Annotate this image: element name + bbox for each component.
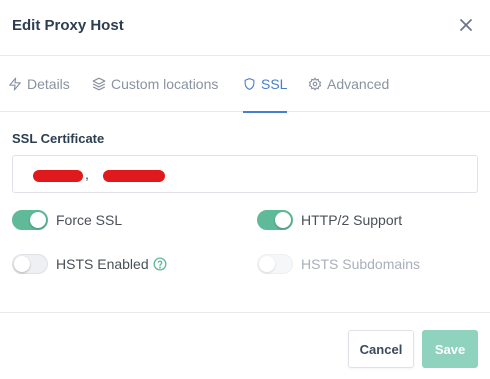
tab-advanced-label: Advanced xyxy=(327,76,390,92)
tab-bar: Details Custom locations SSL Advanced xyxy=(0,56,490,113)
certificate-separator: , xyxy=(85,166,89,182)
http2-support-toggle[interactable] xyxy=(257,210,293,230)
cancel-button[interactable]: Cancel xyxy=(348,330,414,368)
hsts-subdomains-toggle[interactable] xyxy=(257,254,293,274)
hsts-enabled-label: HSTS Enabled xyxy=(56,256,149,272)
tab-advanced[interactable]: Advanced xyxy=(308,56,389,112)
force-ssl-label: Force SSL xyxy=(56,212,123,228)
hsts-subdomains-label: HSTS Subdomains xyxy=(301,256,421,272)
tab-details[interactable]: Details xyxy=(8,56,70,112)
dialog-footer: Cancel Save xyxy=(0,312,490,379)
tab-details-label: Details xyxy=(27,76,70,92)
redaction-mark xyxy=(33,170,83,182)
ssl-certificate-select[interactable]: , xyxy=(12,155,478,193)
close-icon[interactable] xyxy=(457,16,475,34)
dialog-title: Edit Proxy Host xyxy=(12,17,124,34)
tab-custom-locations[interactable]: Custom locations xyxy=(92,56,218,112)
save-button[interactable]: Save xyxy=(422,330,478,368)
hsts-enabled-row: HSTS Enabled xyxy=(12,253,167,275)
help-circle-icon[interactable] xyxy=(153,257,167,271)
layers-icon xyxy=(92,77,106,91)
force-ssl-toggle[interactable] xyxy=(12,210,48,230)
dialog-header: Edit Proxy Host xyxy=(0,0,490,56)
http2-support-row: HTTP/2 Support xyxy=(257,209,402,231)
tab-ssl-label: SSL xyxy=(261,76,288,92)
force-ssl-row: Force SSL xyxy=(12,209,122,231)
zap-icon xyxy=(9,77,21,91)
http2-support-label: HTTP/2 Support xyxy=(301,212,403,228)
ssl-certificate-label: SSL Certificate xyxy=(12,131,105,146)
tab-ssl[interactable]: SSL xyxy=(243,56,288,113)
shield-icon xyxy=(244,78,255,90)
tab-custom-locations-label: Custom locations xyxy=(111,76,219,92)
hsts-enabled-toggle[interactable] xyxy=(12,254,48,274)
settings-icon xyxy=(308,77,322,91)
hsts-subdomains-row: HSTS Subdomains xyxy=(257,253,420,275)
redaction-mark xyxy=(103,170,165,182)
